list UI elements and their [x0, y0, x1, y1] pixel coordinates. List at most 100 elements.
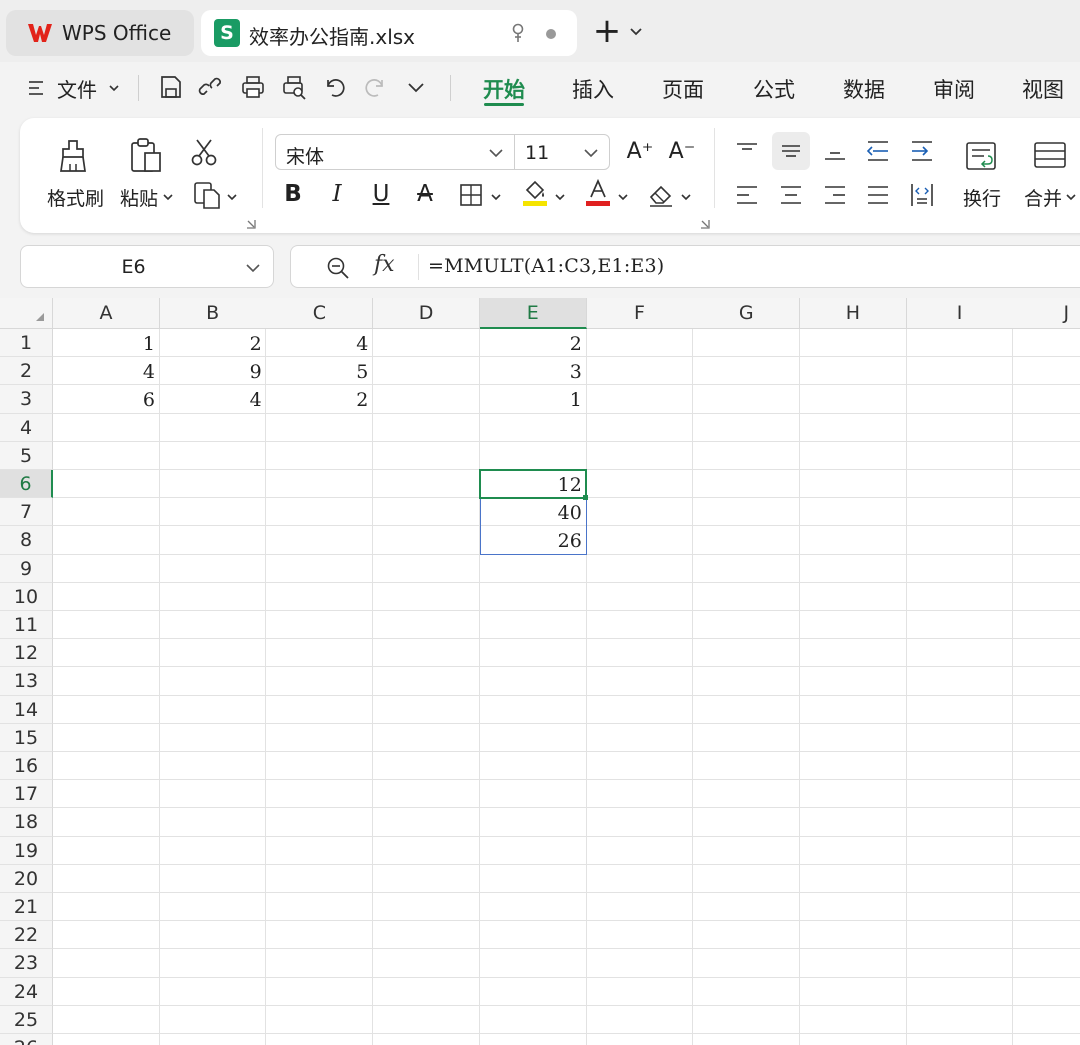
tab-review[interactable]: 审阅 [933, 74, 975, 104]
chevron-down-icon[interactable] [617, 192, 629, 202]
save-icon[interactable] [158, 74, 184, 100]
fill-handle[interactable] [583, 495, 588, 500]
row-header-21[interactable]: 21 [0, 893, 53, 922]
column-header-c[interactable]: C [266, 298, 374, 329]
italic-button[interactable]: I [323, 180, 351, 208]
align-middle-icon[interactable] [778, 138, 804, 164]
increase-indent-icon[interactable] [909, 138, 935, 164]
cell-b1[interactable]: 2 [160, 329, 267, 357]
cell-b3[interactable]: 4 [160, 385, 267, 413]
justify-icon[interactable] [865, 182, 891, 208]
tab-wps-office[interactable]: WPS Office [6, 10, 194, 56]
column-header-d[interactable]: D [373, 298, 481, 329]
row-header-20[interactable]: 20 [0, 864, 53, 893]
new-tab-button[interactable]: + [590, 14, 624, 50]
merge-cells-icon[interactable] [1032, 140, 1068, 170]
cell-e1[interactable]: 2 [480, 329, 587, 357]
column-header-g[interactable]: G [693, 298, 801, 329]
chevron-down-icon[interactable] [162, 192, 174, 202]
row-header-23[interactable]: 23 [0, 949, 53, 978]
row-header-14[interactable]: 14 [0, 695, 53, 724]
cell-a3[interactable]: 6 [53, 385, 160, 413]
undo-icon[interactable] [322, 74, 348, 100]
tab-data[interactable]: 数据 [843, 74, 885, 104]
row-header-25[interactable]: 25 [0, 1005, 53, 1034]
row-header-2[interactable]: 2 [0, 357, 53, 386]
borders-icon[interactable] [458, 182, 484, 208]
column-header-a[interactable]: A [53, 298, 160, 329]
cell-e3[interactable]: 1 [480, 385, 587, 413]
file-menu-button[interactable]: 文件 [28, 74, 121, 102]
row-header-8[interactable]: 8 [0, 526, 53, 555]
tab-insert[interactable]: 插入 [572, 74, 614, 104]
copy-icon[interactable] [192, 180, 222, 210]
select-all-corner[interactable] [0, 298, 53, 329]
row-header-22[interactable]: 22 [0, 921, 53, 950]
align-center-icon[interactable] [778, 182, 804, 208]
tab-home[interactable]: 开始 [483, 74, 525, 104]
format-painter-button[interactable]: 格式刷 [47, 184, 104, 211]
merge-cells-button[interactable]: 合并 [1024, 184, 1062, 211]
font-name-select[interactable]: 宋体 [275, 134, 515, 170]
row-header-15[interactable]: 15 [0, 723, 53, 752]
chevron-down-icon[interactable] [626, 22, 646, 42]
chevron-down-icon[interactable] [1065, 192, 1077, 202]
align-right-icon[interactable] [822, 182, 848, 208]
chevron-down-icon[interactable] [403, 74, 429, 100]
column-header-b[interactable]: B [159, 298, 267, 329]
row-header-26[interactable]: 26 [0, 1034, 53, 1045]
strikethrough-button[interactable]: A [411, 180, 439, 208]
redo-icon[interactable] [362, 74, 388, 100]
column-header-e[interactable]: E [479, 298, 587, 329]
tab-formulas[interactable]: 公式 [753, 74, 795, 104]
cell-c2[interactable]: 5 [266, 357, 373, 385]
formula-input[interactable]: =MMULT(A1:C3,E1:E3) [428, 255, 664, 277]
decrease-font-size-button[interactable]: A⁻ [668, 138, 696, 166]
row-header-4[interactable]: 4 [0, 413, 53, 442]
fill-color-icon[interactable] [521, 178, 549, 208]
decrease-indent-icon[interactable] [865, 138, 891, 164]
row-header-24[interactable]: 24 [0, 977, 53, 1006]
row-header-3[interactable]: 3 [0, 385, 53, 414]
pin-icon[interactable] [509, 22, 527, 44]
tab-document[interactable]: S 效率办公指南.xlsx [201, 10, 577, 56]
column-header-i[interactable]: I [906, 298, 1014, 329]
spreadsheet-grid[interactable]: ABCDEFGHIJ 1 2 3 4 5 6 7 8 9 10 11 12 13 14 15 16 17 18 19… [0, 298, 1080, 1045]
zoom-out-icon[interactable] [326, 256, 350, 280]
share-link-icon[interactable] [198, 74, 224, 100]
font-color-icon[interactable] [585, 178, 611, 208]
font-size-select[interactable]: 11 [514, 134, 610, 170]
paste-button[interactable]: 粘贴 [120, 184, 158, 211]
chevron-down-icon[interactable] [226, 192, 238, 202]
align-left-icon[interactable] [734, 182, 760, 208]
column-header-f[interactable]: F [586, 298, 694, 329]
tab-view[interactable]: 视图 [1022, 74, 1064, 104]
row-header-16[interactable]: 16 [0, 752, 53, 781]
row-header-1[interactable]: 1 [0, 329, 53, 358]
cell-b2[interactable]: 9 [160, 357, 267, 385]
wrap-text-icon[interactable] [964, 140, 998, 174]
underline-button[interactable]: U [367, 180, 395, 208]
cell-a1[interactable]: 1 [53, 329, 160, 357]
clear-format-icon[interactable] [647, 180, 675, 208]
align-top-icon[interactable] [734, 138, 760, 164]
paste-icon[interactable] [128, 136, 164, 174]
chevron-down-icon[interactable] [554, 192, 566, 202]
cell-e2[interactable]: 3 [480, 357, 587, 385]
row-header-9[interactable]: 9 [0, 554, 53, 583]
row-header-6[interactable]: 6 [0, 470, 53, 499]
cell-c3[interactable]: 2 [266, 385, 373, 413]
distributed-align-icon[interactable] [909, 182, 935, 208]
column-header-j[interactable]: J [1013, 298, 1080, 329]
chevron-down-icon[interactable] [245, 261, 261, 275]
cut-icon[interactable] [190, 138, 218, 166]
row-header-11[interactable]: 11 [0, 611, 53, 640]
row-header-17[interactable]: 17 [0, 780, 53, 809]
increase-font-size-button[interactable]: A⁺ [626, 138, 654, 166]
row-header-10[interactable]: 10 [0, 582, 53, 611]
row-header-19[interactable]: 19 [0, 836, 53, 865]
print-icon[interactable] [240, 74, 266, 100]
dialog-launcher-icon[interactable] [246, 219, 256, 229]
row-header-18[interactable]: 18 [0, 808, 53, 837]
row-header-12[interactable]: 12 [0, 639, 53, 668]
